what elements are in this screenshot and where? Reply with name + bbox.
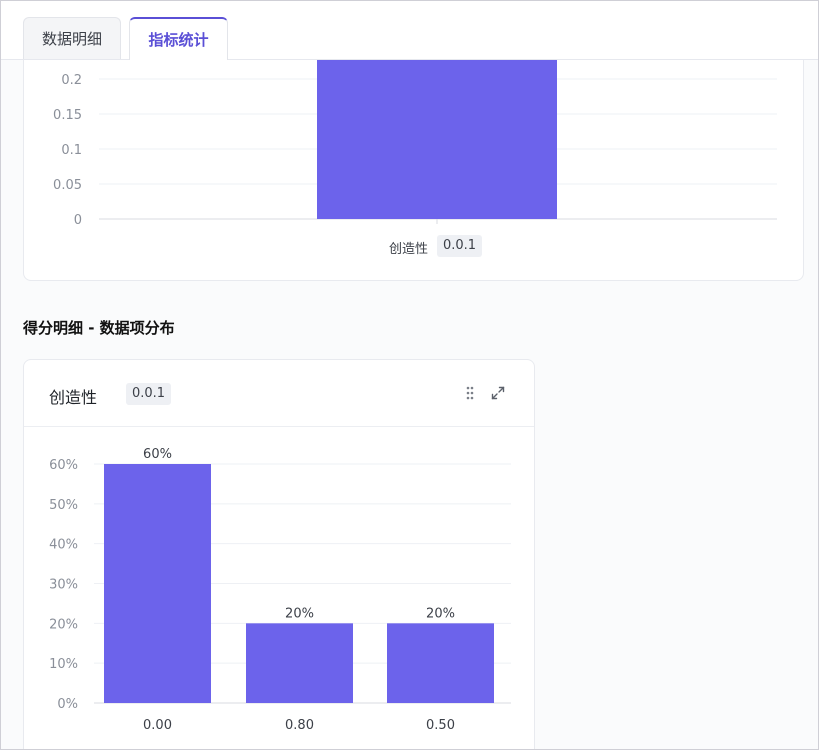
tab-metric-stats[interactable]: 指标统计 bbox=[129, 17, 228, 60]
data-label: 60% bbox=[143, 447, 172, 462]
y-tick-label: 0 bbox=[74, 213, 82, 228]
bar bbox=[387, 623, 494, 703]
data-label: 20% bbox=[426, 606, 455, 621]
expand-icon[interactable] bbox=[490, 385, 506, 401]
y-tick-label: 0% bbox=[57, 697, 78, 712]
top-category-label: 创造性 bbox=[389, 242, 429, 257]
x-tick-label: 0.80 bbox=[285, 718, 314, 733]
y-tick-label: 0.05 bbox=[53, 178, 82, 193]
y-tick-label: 60% bbox=[49, 458, 78, 473]
section-title: 得分明细 - 数据项分布 bbox=[23, 319, 175, 337]
app-frame: 0 0.05 0.1 0.15 0.2 创造性 0.0.1 数据明细 指标统计 得分明细… bbox=[0, 0, 819, 750]
x-tick-label: 0.50 bbox=[426, 718, 455, 733]
bar bbox=[317, 44, 557, 219]
x-tick-label: 0.00 bbox=[143, 718, 172, 733]
bar bbox=[246, 623, 353, 703]
distribution-card-badge: 0.0.1 bbox=[126, 383, 172, 405]
y-tick-label: 20% bbox=[49, 617, 78, 632]
distribution-card-title: 创造性 bbox=[49, 388, 98, 407]
data-label: 20% bbox=[285, 606, 314, 621]
distribution-bar-chart: 0% 10% 20% 30% 40% 50% 60% 60% 0.00 20% 0.80 20% 0.5… bbox=[49, 447, 511, 733]
drag-handle-icon[interactable] bbox=[462, 385, 478, 401]
y-tick-label: 0.1 bbox=[61, 143, 82, 158]
y-tick-label: 10% bbox=[49, 657, 78, 672]
y-tick-label: 0.2 bbox=[61, 73, 82, 88]
y-tick-label: 50% bbox=[49, 498, 78, 513]
bar bbox=[104, 464, 211, 703]
y-tick-label: 40% bbox=[49, 538, 78, 553]
metric-chart-card: 0 0.05 0.1 0.15 0.2 创造性 0.0.1 bbox=[23, 41, 804, 281]
tab-bar: 数据明细 指标统计 bbox=[1, 1, 818, 60]
tab-data-detail[interactable]: 数据明细 bbox=[23, 17, 121, 59]
distribution-card: 创造性 0.0.1 0% 10% 20% 30% 40% 50% 60% 60% 0.00 20%… bbox=[23, 359, 535, 749]
top-category-badge: 0.0.1 bbox=[437, 235, 483, 257]
y-tick-label: 0.15 bbox=[53, 108, 82, 123]
y-tick-label: 30% bbox=[49, 578, 78, 593]
distribution-card-header: 创造性 0.0.1 bbox=[24, 360, 534, 427]
